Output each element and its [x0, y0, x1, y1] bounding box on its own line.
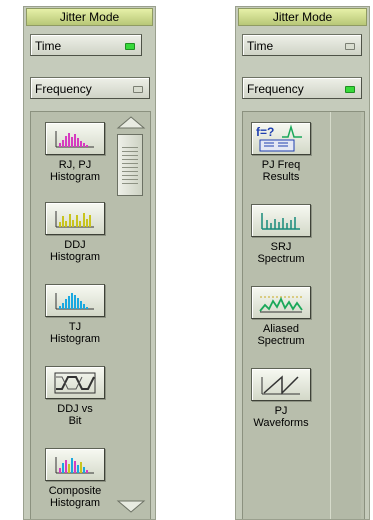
tj-histogram-button[interactable] [45, 284, 105, 317]
srj-spectrum-button[interactable] [251, 204, 311, 237]
list-side-track [330, 112, 361, 519]
time-indicator-led [345, 43, 355, 50]
ddj-histogram-icon [55, 211, 94, 228]
pj-waveforms-button[interactable] [251, 368, 311, 401]
ddj-vs-bit-button[interactable] [45, 366, 105, 399]
composite-histogram-button[interactable] [45, 448, 105, 481]
item-label-line2: Histogram [49, 333, 101, 345]
item-label-line1: Composite [48, 485, 102, 497]
composite-histogram-icon [55, 457, 94, 474]
ddj-histogram-button[interactable] [45, 202, 105, 235]
measurement-list: RJ, PJ Histogram DDJ Histogram TJ Histog… [30, 111, 151, 519]
frequency-mode-button[interactable]: Frequency [30, 77, 150, 99]
aliased-spectrum-button[interactable] [251, 286, 311, 319]
time-mode-button[interactable]: Time [242, 34, 362, 56]
item-label-line1: PJ [274, 405, 288, 417]
time-mode-label: Time [247, 39, 274, 53]
time-mode-label: Time [35, 39, 62, 53]
tj-histogram-icon [55, 293, 94, 310]
scroll-thumb[interactable] [117, 134, 143, 196]
item-label-line1: SRJ [270, 241, 292, 253]
frequency-mode-button[interactable]: Frequency [242, 77, 362, 99]
aliased-spectrum-icon [259, 296, 303, 313]
vertical-scrollbar[interactable] [114, 112, 148, 519]
item-label-line2: Bit [68, 415, 82, 427]
item-label-line2: Spectrum [257, 335, 305, 347]
frequency-indicator-led [133, 86, 143, 93]
srj-spectrum-icon [261, 213, 300, 230]
item-label-line2: Histogram [49, 171, 101, 183]
item-label-line2: Results [262, 171, 300, 183]
item-label-line2: Histogram [49, 497, 101, 509]
frequency-mode-label: Frequency [35, 82, 92, 96]
scroll-down-arrow-icon[interactable] [114, 499, 148, 515]
panel-title: Jitter Mode [238, 8, 367, 26]
pj-freq-results-icon: f=? [256, 124, 302, 152]
ddj-vs-bit-icon [54, 372, 96, 394]
panel-title: Jitter Mode [26, 8, 153, 26]
jitter-mode-panel-frequency: Jitter Mode Time Frequency f=? PJ Freq R… [235, 6, 370, 520]
scroll-up-arrow-icon[interactable] [114, 114, 148, 130]
jitter-mode-panel-time: Jitter Mode Time Frequency RJ, PJ Histog… [23, 6, 156, 520]
rj-pj-histogram-icon [55, 131, 94, 148]
item-label-line1: RJ, PJ [58, 159, 92, 171]
item-label-line2: Spectrum [257, 253, 305, 265]
frequency-mode-label: Frequency [247, 82, 304, 96]
pj-waveforms-icon [261, 375, 300, 395]
item-label-line2: Waveforms [253, 417, 309, 429]
time-indicator-led [125, 43, 135, 50]
item-label-line1: DDJ vs [57, 403, 93, 415]
item-label-line2: Histogram [49, 251, 101, 263]
frequency-indicator-led [345, 86, 355, 93]
item-label-line1: PJ Freq [261, 159, 301, 171]
svg-text:f=?: f=? [256, 125, 274, 139]
rj-pj-histogram-button[interactable] [45, 122, 105, 155]
item-label-line1: TJ [68, 321, 82, 333]
time-mode-button[interactable]: Time [30, 34, 142, 56]
measurement-list: f=? PJ Freq Results SRJ Spectrum Aliased… [242, 111, 365, 519]
pj-freq-results-button[interactable]: f=? [251, 122, 311, 155]
item-label-line1: DDJ [64, 239, 86, 251]
item-label-line1: Aliased [262, 323, 300, 335]
